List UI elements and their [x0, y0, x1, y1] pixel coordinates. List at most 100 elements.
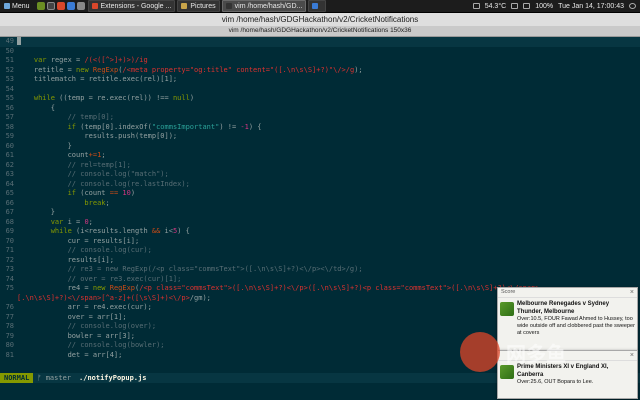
code-token: /<p class="commsText">([.\n\s\S]+?)<\/p>… [139, 284, 540, 292]
code-line[interactable]: 62 // rel=temp[1]; [0, 161, 640, 171]
branch-name: master [45, 374, 72, 382]
code-token: } [17, 141, 72, 150]
line-number: 62 [5, 160, 14, 169]
code-line[interactable]: 66 break; [0, 199, 640, 209]
code-token: // console.log(re.lastIndex); [17, 179, 190, 188]
code-token: bowler = arr[3]; [17, 331, 136, 340]
code-line[interactable]: 74 // over = re3.exec(cur)[1]; [0, 275, 640, 285]
code-line[interactable]: 59 results.push(temp[0]); [0, 132, 640, 142]
code-token: [.\n\s\S]+?)<\/span>[^a-z]+([\s\S]+)<\/p… [17, 293, 190, 302]
settings-launcher-icon[interactable] [76, 2, 85, 10]
task-button-app[interactable] [308, 0, 327, 12]
line-number: 51 [5, 56, 14, 64]
code-token: cur = results[i]; [17, 236, 140, 245]
temperature: 54.3°C [484, 2, 507, 10]
browser-launcher-icon[interactable] [56, 2, 65, 10]
code-token: over = arr[1]; [17, 312, 127, 321]
line-number: 60 [5, 141, 14, 150]
terminal-launcher-icon[interactable] [46, 2, 55, 10]
code-line[interactable]: 57 // temp[0]; [0, 113, 640, 123]
line-number: 57 [5, 113, 14, 121]
menu-icon [4, 3, 10, 9]
code-token: retitle = [17, 65, 77, 74]
close-icon[interactable]: × [630, 351, 634, 360]
code-token: ) [130, 189, 136, 197]
code-line[interactable]: 65 if (count == 10) [0, 189, 640, 199]
line-number: 73 [5, 265, 14, 273]
code-token: ) [189, 94, 195, 102]
menu-button[interactable]: Menu [0, 0, 34, 12]
code-token: ) { [248, 122, 262, 131]
notification-score[interactable]: Score × Melbourne Renegades v Sydney Thu… [497, 287, 638, 351]
code-token: /gm); [189, 293, 211, 302]
battery-icon[interactable] [523, 3, 531, 9]
terminal-tab[interactable]: vim /home/hash/GDGHackathon/v2/CricketNo… [0, 26, 640, 37]
code-line[interactable]: 71 // console.log(cur); [0, 246, 640, 256]
line-number: 76 [5, 303, 14, 311]
code-token: // temp[0]; [17, 113, 114, 121]
notification-header: Score × [498, 288, 637, 298]
code-line[interactable]: 51 var regex = /(<([^>]+)>)/ig [0, 56, 640, 66]
app-icon [312, 3, 319, 9]
code-line[interactable]: 68 var i = 0; [0, 218, 640, 228]
line-number: 55 [5, 94, 14, 102]
file-name-text: notifyPopup.js [87, 374, 147, 382]
code-token: // console.log("match"); [17, 170, 169, 178]
code-token: count [17, 151, 89, 159]
code-line[interactable]: 58 if (temp[0].indexOf("commsImportant")… [0, 123, 640, 133]
code-line[interactable]: 60 } [0, 142, 640, 152]
notification-match[interactable]: × Prime Ministers XI v England XI, Canbe… [497, 350, 638, 399]
taskbar: Menu Extensions - Google ... Pictures vi… [0, 0, 640, 13]
power-icon[interactable] [629, 3, 636, 9]
notification-content: Melbourne Renegades v Sydney Thunder, Me… [517, 301, 635, 337]
notification-body: Prime Ministers XI v England XI, Canberr… [498, 361, 637, 389]
code-token: regex = [46, 56, 85, 64]
code-line[interactable]: 67 } [0, 208, 640, 218]
code-token: ); [354, 65, 363, 74]
line-number: 81 [5, 350, 14, 359]
code-token: { [17, 103, 55, 112]
task-label: Extensions - Google ... [100, 2, 172, 10]
code-line[interactable]: 55 while ((temp = re.exec(rel)) !== null… [0, 94, 640, 104]
code-line[interactable]: 53 titlematch = retitle.exec(rel)[1]; [0, 75, 640, 85]
cursor [17, 37, 22, 45]
git-branch: ᚠ master [37, 374, 72, 382]
code-line[interactable]: 50 [0, 47, 640, 57]
network-icon[interactable] [472, 3, 480, 9]
code-token: var [17, 217, 64, 226]
code-token: if [17, 122, 77, 131]
line-number: 56 [5, 103, 14, 112]
code-token: -1 [240, 122, 249, 131]
code-token: 10 [122, 189, 131, 197]
code-line[interactable]: 49 [0, 37, 640, 47]
clock[interactable]: Tue Jan 14, 17:00:43 [558, 3, 624, 10]
close-icon[interactable]: × [630, 288, 634, 297]
code-line[interactable]: 70 cur = results[i]; [0, 237, 640, 247]
code-line[interactable]: 63 // console.log("match"); [0, 170, 640, 180]
line-number: 54 [5, 84, 14, 93]
task-button-pictures[interactable]: Pictures [177, 0, 220, 12]
notification-source: Score [501, 289, 516, 295]
code-line[interactable]: 54 [0, 85, 640, 95]
code-token: // console.log(bowler); [17, 341, 165, 349]
code-line[interactable]: 73 // re3 = new RegExp(/<p class="commsT… [0, 265, 640, 275]
code-line[interactable]: 56 { [0, 104, 640, 114]
code-token: (count [76, 189, 110, 197]
code-token: re4 = [17, 284, 93, 292]
code-line[interactable]: 69 while (i<results.length && i<5) { [0, 227, 640, 237]
volume-icon[interactable] [511, 3, 519, 9]
line-number: 52 [5, 65, 14, 74]
app-launcher-icon[interactable] [66, 2, 75, 10]
code-line[interactable]: 64 // console.log(re.lastIndex); [0, 180, 640, 190]
code-line[interactable]: 72 results[i]; [0, 256, 640, 266]
task-label: vim /home/hash/GD... [234, 2, 303, 10]
notification-body: Melbourne Renegades v Sydney Thunder, Me… [498, 298, 637, 340]
line-number: 69 [5, 227, 14, 235]
code-line[interactable]: 52 retitle = new RegExp(/<meta property=… [0, 66, 640, 76]
code-token: /(<([^>]+)>)/ig [84, 56, 148, 64]
code-line[interactable]: 61 count+=1; [0, 151, 640, 161]
task-button-extensions[interactable]: Extensions - Google ... [87, 0, 176, 12]
cricket-icon [500, 365, 514, 379]
task-button-vim[interactable]: vim /home/hash/GD... [221, 0, 307, 12]
file-manager-launcher-icon[interactable] [36, 2, 45, 10]
